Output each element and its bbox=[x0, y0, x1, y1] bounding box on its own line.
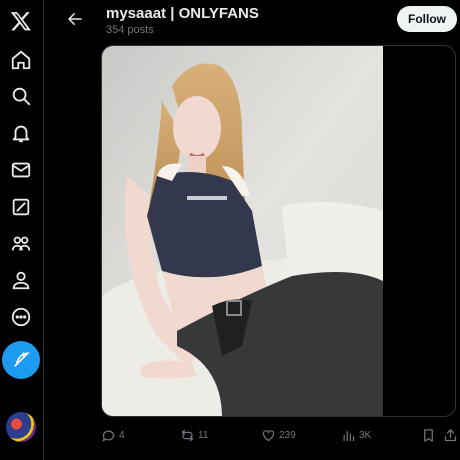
grok-icon[interactable] bbox=[2, 188, 40, 226]
messages-icon[interactable] bbox=[2, 151, 40, 189]
repost-count: 11 bbox=[198, 429, 209, 441]
post-photo bbox=[102, 46, 383, 416]
search-icon[interactable] bbox=[2, 77, 40, 115]
post-count: 354 posts bbox=[106, 24, 154, 36]
reply-icon bbox=[102, 430, 115, 442]
like-count: 239 bbox=[279, 429, 296, 441]
feather-icon bbox=[14, 352, 30, 367]
communities-icon[interactable] bbox=[2, 224, 40, 262]
view-count: 3K bbox=[359, 429, 372, 441]
back-button[interactable] bbox=[64, 8, 86, 30]
post-actions: 4 11 239 3K bbox=[101, 424, 460, 446]
bookmark-icon bbox=[424, 428, 433, 442]
like-button[interactable]: 239 bbox=[261, 424, 296, 446]
reply-count: 4 bbox=[119, 429, 125, 441]
home-icon[interactable] bbox=[2, 41, 40, 79]
repost-button[interactable]: 11 bbox=[180, 424, 208, 446]
more-icon[interactable] bbox=[2, 298, 40, 336]
follow-button[interactable]: Follow bbox=[397, 6, 457, 32]
analytics-icon bbox=[343, 430, 355, 441]
arrow-left-icon bbox=[68, 13, 82, 25]
repost-icon bbox=[181, 429, 194, 441]
views-button[interactable]: 3K bbox=[341, 424, 371, 446]
reply-button[interactable]: 4 bbox=[101, 424, 125, 446]
notifications-icon[interactable] bbox=[2, 114, 40, 152]
profile-name: mysaaat | ONLYFANS bbox=[106, 5, 259, 22]
bookmark-button[interactable] bbox=[421, 424, 436, 446]
post-media[interactable] bbox=[101, 45, 456, 417]
post-column: mysaaat | ONLYFANS 354 posts Follow 4 11… bbox=[54, 0, 460, 460]
account-avatar[interactable] bbox=[6, 412, 36, 442]
share-button[interactable] bbox=[443, 424, 458, 446]
heart-icon bbox=[262, 429, 275, 441]
x-logo-icon[interactable] bbox=[2, 2, 40, 40]
profile-icon[interactable] bbox=[2, 261, 40, 299]
sidebar-nav bbox=[0, 0, 44, 460]
share-icon bbox=[444, 428, 457, 441]
compose-button[interactable] bbox=[2, 341, 40, 379]
